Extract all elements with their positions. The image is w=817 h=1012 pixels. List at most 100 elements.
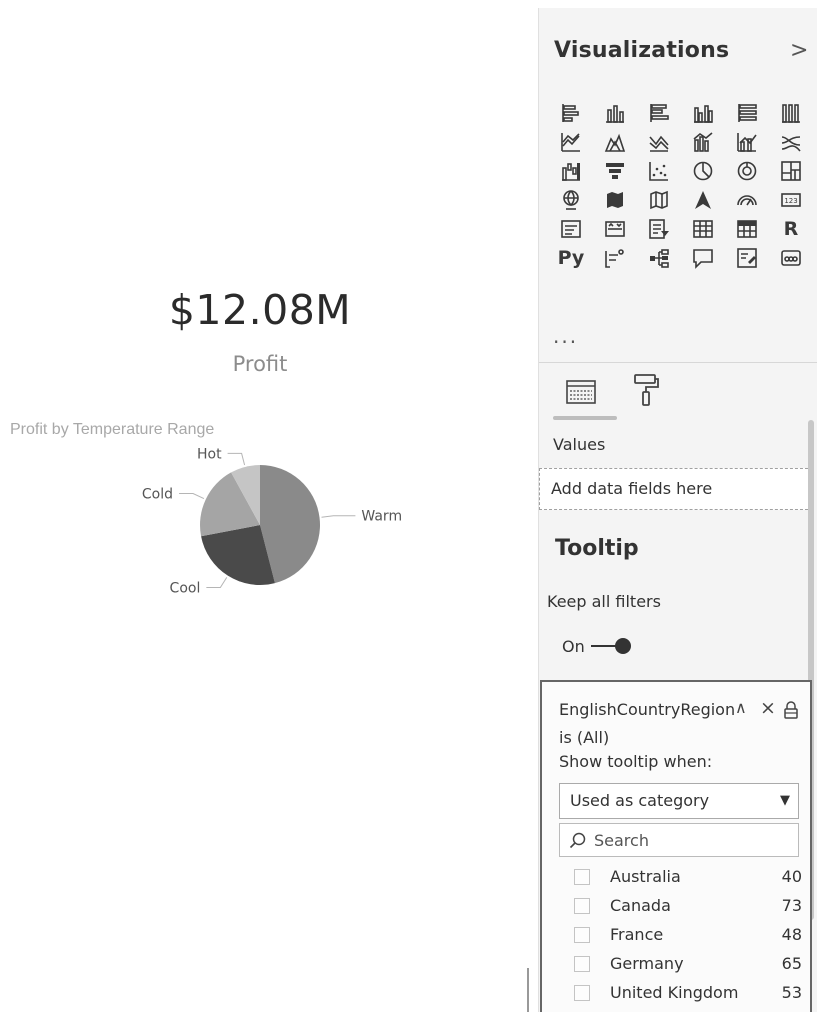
filter-field-name[interactable]: EnglishCountryRegion xyxy=(559,700,737,719)
table-icon[interactable] xyxy=(683,214,723,243)
ribbon-chart-icon[interactable] xyxy=(771,127,811,156)
line-and-clustered-column-chart-icon[interactable] xyxy=(727,127,767,156)
toggle-switch[interactable] xyxy=(590,636,631,656)
filter-value-checkbox[interactable] xyxy=(574,955,590,972)
100-percent-column-chart-icon[interactable] xyxy=(771,98,811,127)
filter-value-checkbox[interactable] xyxy=(574,926,590,943)
area-chart-icon[interactable] xyxy=(595,127,635,156)
donut-chart-icon[interactable] xyxy=(727,156,767,185)
r-script-visual-icon-glyph: R xyxy=(783,217,799,240)
pie-chart[interactable]: Warm Cool Cold Hot xyxy=(0,440,460,600)
filter-state-text: is (All) xyxy=(559,728,610,747)
filter-value-count: 65 xyxy=(781,954,802,973)
format-paint-roller-icon[interactable] xyxy=(632,373,660,407)
decomposition-tree-icon-graphic xyxy=(650,248,669,268)
filter-value-row[interactable]: France 48 xyxy=(556,920,802,949)
clustered-bar-chart-icon[interactable] xyxy=(639,98,679,127)
pie-chart-icon-graphic xyxy=(693,161,713,180)
matrix-icon[interactable] xyxy=(727,214,767,243)
line-chart-icon[interactable] xyxy=(551,127,591,156)
pane-title: Visualizations xyxy=(554,38,730,63)
stacked-bar-chart-icon[interactable] xyxy=(551,98,591,127)
filter-value-row[interactable]: United Kingdom 53 xyxy=(556,978,802,1007)
show-tooltip-when-dropdown[interactable]: Used as category ▼ xyxy=(559,783,799,819)
filter-value-row[interactable]: Germany 65 xyxy=(556,949,802,978)
stacked-column-chart-icon[interactable] xyxy=(595,98,635,127)
more-visuals-button[interactable]: ... xyxy=(553,324,578,348)
map-icon-graphic xyxy=(563,189,579,210)
paginated-report-icon-graphic xyxy=(781,249,801,266)
lock-icon[interactable] xyxy=(783,700,799,720)
map-icon[interactable] xyxy=(551,185,591,214)
filter-value-count: 73 xyxy=(781,896,802,915)
azure-map-icon-graphic xyxy=(695,190,711,209)
clustered-column-chart-icon[interactable] xyxy=(683,98,723,127)
azure-map-icon[interactable] xyxy=(683,185,723,214)
funnel-chart-icon[interactable] xyxy=(595,156,635,185)
filter-value-row[interactable]: United States270 xyxy=(556,1007,802,1012)
close-icon[interactable]: × xyxy=(760,697,776,719)
dropdown-selected-value: Used as category xyxy=(570,791,710,810)
stacked-area-chart-icon[interactable] xyxy=(639,127,679,156)
multi-row-card-icon-graphic xyxy=(561,219,581,238)
clustered-bar-chart-icon-graphic xyxy=(650,103,669,122)
python-visual-icon[interactable]: Py xyxy=(551,243,591,272)
kpi-card-label: Profit xyxy=(232,352,288,376)
decomposition-tree-icon[interactable] xyxy=(639,243,679,272)
filter-value-row[interactable]: Canada 73 xyxy=(556,891,802,920)
dropdown-arrow-icon: ▼ xyxy=(780,793,790,808)
pie-leader-line xyxy=(179,492,205,500)
ribbon-chart-icon-graphic xyxy=(781,135,801,152)
smart-narrative-icon[interactable] xyxy=(727,243,767,272)
treemap-icon[interactable] xyxy=(771,156,811,185)
qa-visual-icon[interactable] xyxy=(683,243,723,272)
toggle-knob[interactable] xyxy=(614,638,631,654)
100-percent-bar-chart-icon[interactable] xyxy=(727,98,767,127)
qa-visual-icon-graphic xyxy=(693,248,713,269)
keep-all-filters-toggle[interactable]: On xyxy=(562,636,631,656)
area-chart-icon-graphic xyxy=(604,133,626,152)
fields-icon[interactable] xyxy=(565,376,597,408)
line-chart-icon-graphic xyxy=(561,132,580,152)
filter-value-name: Canada xyxy=(610,896,671,915)
filter-value-checkbox[interactable] xyxy=(574,897,590,914)
waterfall-chart-icon-graphic xyxy=(562,162,580,181)
tooltip-section-heading: Tooltip xyxy=(555,536,639,561)
slicer-icon[interactable] xyxy=(639,214,679,243)
stacked-column-chart-icon-graphic xyxy=(606,104,624,123)
card-icon[interactable]: 123 xyxy=(771,185,811,214)
collapse-pane-button[interactable]: > xyxy=(790,38,808,63)
kpi-icon[interactable] xyxy=(595,214,635,243)
chart-title: Profit by Temperature Range xyxy=(10,421,215,438)
stacked-area-chart-icon-graphic xyxy=(649,135,669,152)
gauge-icon[interactable] xyxy=(727,185,767,214)
filter-value-checkbox[interactable] xyxy=(574,984,590,1001)
filter-value-row[interactable]: Australia 40 xyxy=(556,862,802,891)
r-script-visual-icon[interactable]: R xyxy=(771,214,811,243)
shape-map-icon-graphic xyxy=(650,190,668,209)
kpi-card-value[interactable]: $12.08M xyxy=(160,286,360,334)
report-canvas: $12.08M Profit Profit by Temperature Ran… xyxy=(0,0,530,1012)
filter-value-name: United Kingdom xyxy=(610,983,739,1002)
pane-divider xyxy=(539,362,817,363)
pie-chart-icon[interactable] xyxy=(683,156,723,185)
filter-search-input[interactable]: Search xyxy=(559,823,799,857)
card-icon-graphic: 123 xyxy=(781,192,801,207)
shape-map-icon[interactable] xyxy=(639,185,679,214)
filled-map-icon[interactable] xyxy=(595,185,635,214)
chevron-up-icon[interactable]: ∧ xyxy=(735,698,747,717)
filter-value-name: Germany xyxy=(610,954,684,973)
filter-value-count: 48 xyxy=(781,925,802,944)
key-influencers-icon[interactable] xyxy=(595,243,635,272)
line-and-column-chart-icon[interactable] xyxy=(683,127,723,156)
keep-all-filters-label: Keep all filters xyxy=(547,592,661,611)
paginated-report-icon[interactable] xyxy=(771,243,811,272)
filter-value-checkbox[interactable] xyxy=(574,868,590,885)
waterfall-chart-icon[interactable] xyxy=(551,156,591,185)
values-drop-zone[interactable]: Add data fields here xyxy=(539,468,813,510)
multi-row-card-icon[interactable] xyxy=(551,214,591,243)
scatter-chart-icon-graphic xyxy=(649,161,668,181)
active-tab-indicator xyxy=(553,416,617,420)
100-percent-column-chart-icon-graphic xyxy=(782,103,800,123)
scatter-chart-icon[interactable] xyxy=(639,156,679,185)
